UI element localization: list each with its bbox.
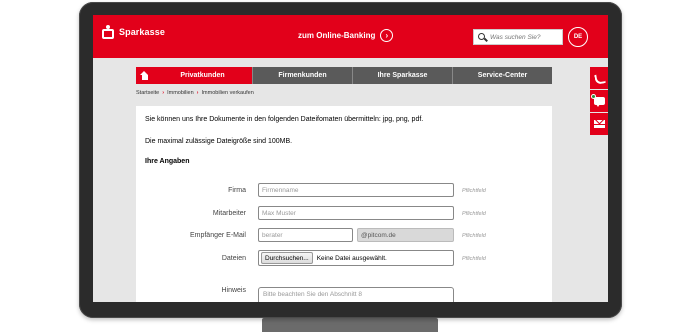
firma-label: Firma xyxy=(228,187,246,194)
upload-form: Sie können uns Ihre Dokumente in den fol… xyxy=(136,106,552,302)
home-button[interactable] xyxy=(136,67,153,84)
required-hint: Pflichtfeld xyxy=(462,211,486,217)
max-size-text: Die maximal zulässige Dateigröße sind 10… xyxy=(145,138,293,145)
online-banking-link[interactable]: zum Online-Banking › xyxy=(298,29,394,42)
monitor-stand xyxy=(262,318,438,332)
tab-privatkunden[interactable]: Privatkunden xyxy=(153,67,252,84)
search-input[interactable] xyxy=(490,33,562,41)
stage: Sparkasse zum Online-Banking › DE Privat… xyxy=(0,0,700,332)
breadcrumb: Startseite › Immobilien › Immobilien ver… xyxy=(136,90,254,96)
search-box[interactable] xyxy=(473,29,563,45)
chevron-right-icon: › xyxy=(380,29,394,42)
firma-field[interactable]: Firmenname xyxy=(258,183,454,197)
tab-ihre-sparkasse[interactable]: Ihre Sparkasse xyxy=(352,67,452,84)
main-nav: Privatkunden Firmenkunden Ihre Sparkasse… xyxy=(136,67,552,84)
file-status: Keine Datei ausgewählt. xyxy=(316,254,387,262)
browse-button[interactable]: Durchsuchen... xyxy=(261,252,313,264)
home-icon xyxy=(140,71,149,80)
search-icon xyxy=(476,31,488,44)
breadcrumb-item-startseite[interactable]: Startseite xyxy=(136,90,159,96)
contact-sidebar xyxy=(590,67,608,136)
email-field[interactable]: berater xyxy=(258,228,353,242)
chat-button[interactable] xyxy=(590,90,608,112)
hinweis-textarea[interactable]: Bitte beachten Sie den Abschnitt 8 xyxy=(258,287,454,302)
breadcrumb-item-current: Immobilien verkaufen xyxy=(201,90,254,96)
online-status-dot xyxy=(590,94,596,99)
required-hint: Pflichtfeld xyxy=(462,188,486,194)
sparkasse-logo[interactable]: Sparkasse xyxy=(101,25,165,39)
logo-text: Sparkasse xyxy=(119,27,165,37)
sparkasse-logo-icon xyxy=(101,25,115,39)
dateien-label: Dateien xyxy=(221,255,246,262)
email-label: Empfänger E-Mail xyxy=(189,232,246,239)
intro-text: Sie können uns Ihre Dokumente in den fol… xyxy=(145,116,424,123)
phone-button[interactable] xyxy=(590,67,608,89)
section-title: Ihre Angaben xyxy=(145,158,190,165)
mail-icon xyxy=(593,120,605,128)
language-switch[interactable]: DE xyxy=(568,27,588,47)
breadcrumb-item-immobilien[interactable]: Immobilien xyxy=(167,90,194,96)
required-hint: Pflichtfeld xyxy=(462,256,486,262)
chat-icon xyxy=(590,94,605,107)
hinweis-label: Hinweis xyxy=(221,287,246,294)
online-banking-label: zum Online-Banking xyxy=(298,31,376,40)
email-domain: @pitcom.de xyxy=(357,228,454,242)
site-header: Sparkasse zum Online-Banking › DE xyxy=(93,15,608,58)
mail-button[interactable] xyxy=(590,113,608,135)
tab-service-center[interactable]: Service-Center xyxy=(452,67,552,84)
required-hint: Pflichtfeld xyxy=(462,233,486,239)
mitarbeiter-label: Mitarbeiter xyxy=(212,210,246,217)
tab-firmenkunden[interactable]: Firmenkunden xyxy=(252,67,352,84)
file-upload: Durchsuchen... Keine Datei ausgewählt. xyxy=(258,250,454,266)
phone-icon xyxy=(595,74,604,83)
chevron-right-icon: › xyxy=(196,90,199,96)
chevron-right-icon: › xyxy=(162,90,165,96)
screen: Sparkasse zum Online-Banking › DE Privat… xyxy=(93,15,608,302)
mitarbeiter-field[interactable]: Max Muster xyxy=(258,206,454,220)
